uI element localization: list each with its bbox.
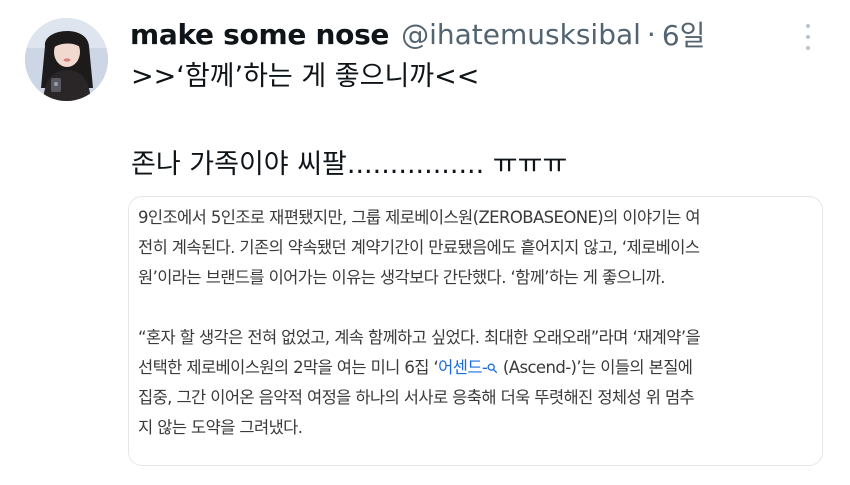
- article-line: “혼자 할 생각은 전혀 없었고, 계속 함께하고 싶었다. 최대한 오래오래”…: [138, 328, 701, 347]
- article-line: 선택한 제로베이스원의 2막을 여는 미니 6집 ‘어센드- (Ascend-)…: [138, 353, 818, 383]
- timestamp[interactable]: 6일: [662, 14, 706, 54]
- article-text-segment: 선택한 제로베이스원의 2막을 여는 미니 6집 ‘: [138, 358, 439, 377]
- article-line: 전히 계속된다. 기존의 약속됐던 계약기간이 만료됐음에도 흩어지지 않고, …: [138, 238, 700, 257]
- search-link-icon: [487, 354, 498, 384]
- more-dot: [806, 46, 810, 50]
- article-line: 지 않는 도약을 그려냈다.: [138, 418, 303, 437]
- tweet-text-line: >>‘함께’하는 게 좋으니까<<: [131, 61, 480, 92]
- article-line: 집중, 그간 이어온 음악적 여정을 하나의 서사로 응축해 더욱 뚜렷해진 정…: [138, 388, 695, 407]
- more-dot: [806, 24, 810, 28]
- article-line: 9인조에서 5인조로 재편됐지만, 그룹 제로베이스원(ZEROBASEONE)…: [138, 208, 701, 227]
- article-line: 원’이라는 브랜드를 이어가는 이유는 생각보다 간단했다. ‘함께’하는 게 …: [138, 268, 666, 287]
- album-link[interactable]: 어센드-: [438, 358, 488, 377]
- article-text-segment: (Ascend-)’는 이들의 본질에: [498, 358, 693, 377]
- tweet-header: make some nose @ihatemusksibal · 6일: [130, 14, 705, 54]
- separator-dot: ·: [646, 17, 656, 51]
- profile-photo: [25, 18, 108, 101]
- user-handle[interactable]: @ihatemusksibal: [401, 18, 641, 51]
- more-vertical-icon[interactable]: [798, 24, 818, 50]
- display-name[interactable]: make some nose: [130, 18, 389, 51]
- tweet-text-line: 존나 가족이야 씨팔................ ㅠㅠㅠ: [131, 149, 568, 180]
- avatar[interactable]: [25, 18, 108, 101]
- article-text: 9인조에서 5인조로 재편됐지만, 그룹 제로베이스원(ZEROBASEONE)…: [138, 203, 818, 443]
- more-dot: [806, 35, 810, 39]
